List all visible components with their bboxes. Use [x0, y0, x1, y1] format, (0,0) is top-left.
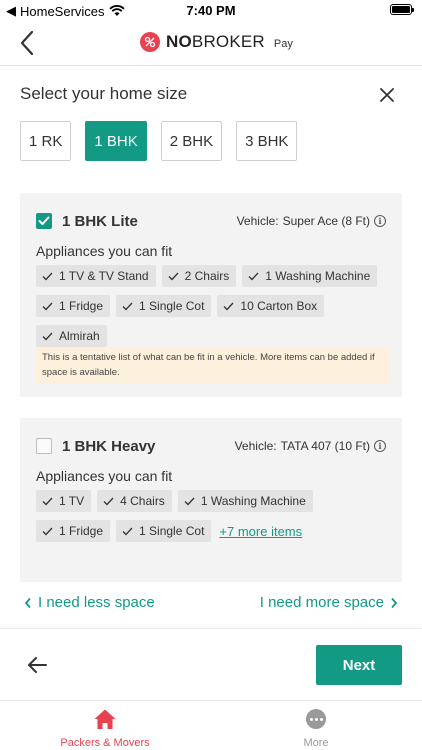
more-items-link[interactable]: +7 more items [219, 520, 302, 542]
check-icon [103, 497, 114, 505]
chevron-left-icon [20, 30, 34, 56]
plan-title: 1 BHK Heavy [62, 437, 156, 455]
check-icon [42, 272, 53, 280]
arrow-left-icon [28, 657, 47, 673]
less-space-label: I need less space [38, 594, 155, 611]
appliance-chip: 1 Fridge [36, 295, 111, 317]
bottom-action-bar: Next [0, 628, 422, 700]
appliance-chip: 1 Washing Machine [177, 490, 313, 512]
status-bar: ◀ HomeServices 7:40 PM [0, 0, 422, 22]
check-icon [38, 216, 50, 225]
back-button[interactable] [14, 28, 44, 58]
vehicle-name: TATA 407 (10 Ft) [280, 439, 370, 453]
tab-label: More [303, 737, 329, 749]
tab-packers-movers[interactable]: Packers & Movers [35, 707, 175, 749]
vehicle-label: Vehicle: [236, 214, 279, 228]
more-space-link[interactable]: I need more space [260, 594, 398, 611]
size-option-3bhk[interactable]: 3 BHK [236, 121, 298, 161]
size-option-1rk[interactable]: 1 RK [20, 121, 72, 161]
check-icon [42, 302, 53, 310]
tab-more[interactable]: More [246, 707, 386, 749]
tentative-note: This is a tentative list of what can be … [36, 347, 390, 383]
more-space-label: I need more space [259, 594, 384, 611]
plan-title: 1 BHK Lite [62, 212, 138, 230]
app-header: NOBROKER Pay [0, 22, 422, 66]
plan-checkbox[interactable] [36, 213, 52, 229]
plan-header: 1 BHK Heavy Vehicle: TATA 407 (10 Ft) i [36, 436, 386, 456]
vehicle-info: Vehicle: Super Ace (8 Ft) i [237, 214, 386, 228]
tab-label: Packers & Movers [60, 737, 150, 749]
logo-mark-icon [140, 32, 160, 52]
plan-checkbox[interactable] [36, 438, 52, 454]
appliance-chip: 2 Chairs [161, 265, 237, 287]
appliances-title: Appliances you can fit [36, 468, 173, 484]
space-links: I need less space I need more space [0, 594, 422, 614]
appliance-chip: 1 Single Cot [116, 520, 212, 542]
logo-pay: Pay [273, 38, 293, 50]
appliance-chip: Almirah [36, 325, 107, 347]
appliance-list: 1 TV 4 Chairs 1 Washing Machine 1 Fridge… [36, 490, 390, 542]
tab-bar: Packers & Movers More [0, 700, 422, 750]
check-icon [122, 527, 133, 535]
check-icon [223, 302, 234, 310]
plan-header: 1 BHK Lite Vehicle: Super Ace (8 Ft) i [36, 211, 386, 231]
home-size-selector: 1 RK 1 BHK 2 BHK 3 BHK [20, 121, 298, 161]
chevron-left-icon [24, 597, 31, 608]
size-option-2bhk[interactable]: 2 BHK [160, 121, 223, 161]
plan-card-heavy[interactable]: 1 BHK Heavy Vehicle: TATA 407 (10 Ft) i … [20, 418, 402, 582]
page-title: Select your home size [20, 84, 188, 103]
vehicle-name: Super Ace (8 Ft) [282, 214, 370, 228]
info-icon[interactable]: i [374, 215, 386, 227]
appliance-chip: 1 Single Cot [116, 295, 212, 317]
next-button[interactable]: Next [316, 645, 402, 685]
logo-text: NOBROKER [166, 32, 265, 51]
appliance-chip: 1 TV & TV Stand [36, 265, 156, 287]
more-icon [306, 709, 326, 729]
check-icon [42, 527, 53, 535]
check-icon [122, 302, 133, 310]
appliance-chip: 1 Washing Machine [242, 265, 378, 287]
battery-icon [390, 4, 414, 15]
vehicle-info: Vehicle: TATA 407 (10 Ft) i [235, 439, 386, 453]
home-icon [94, 709, 116, 729]
less-space-link[interactable]: I need less space [24, 594, 155, 611]
appliance-chip: 1 Fridge [36, 520, 111, 542]
status-time: 7:40 PM [186, 3, 236, 18]
check-icon [42, 332, 53, 340]
appliance-chip: 4 Chairs [97, 490, 172, 512]
close-icon [380, 88, 394, 102]
appliance-list: 1 TV & TV Stand 2 Chairs 1 Washing Machi… [36, 265, 390, 347]
appliance-chip: 1 TV [36, 490, 92, 512]
plan-card-lite[interactable]: 1 BHK Lite Vehicle: Super Ace (8 Ft) i A… [20, 193, 402, 397]
check-icon [42, 497, 53, 505]
info-icon[interactable]: i [374, 440, 386, 452]
nobroker-logo: NOBROKER Pay [140, 32, 293, 52]
close-button[interactable] [378, 86, 396, 104]
vehicle-label: Vehicle: [234, 439, 277, 453]
check-icon [184, 497, 195, 505]
appliances-title: Appliances you can fit [36, 243, 173, 259]
check-icon [168, 272, 179, 280]
appliance-chip: 10 Carton Box [217, 295, 325, 317]
previous-step-button[interactable] [26, 655, 48, 675]
chevron-right-icon [391, 597, 398, 608]
size-option-1bhk[interactable]: 1 BHK [85, 121, 147, 161]
check-icon [248, 272, 259, 280]
